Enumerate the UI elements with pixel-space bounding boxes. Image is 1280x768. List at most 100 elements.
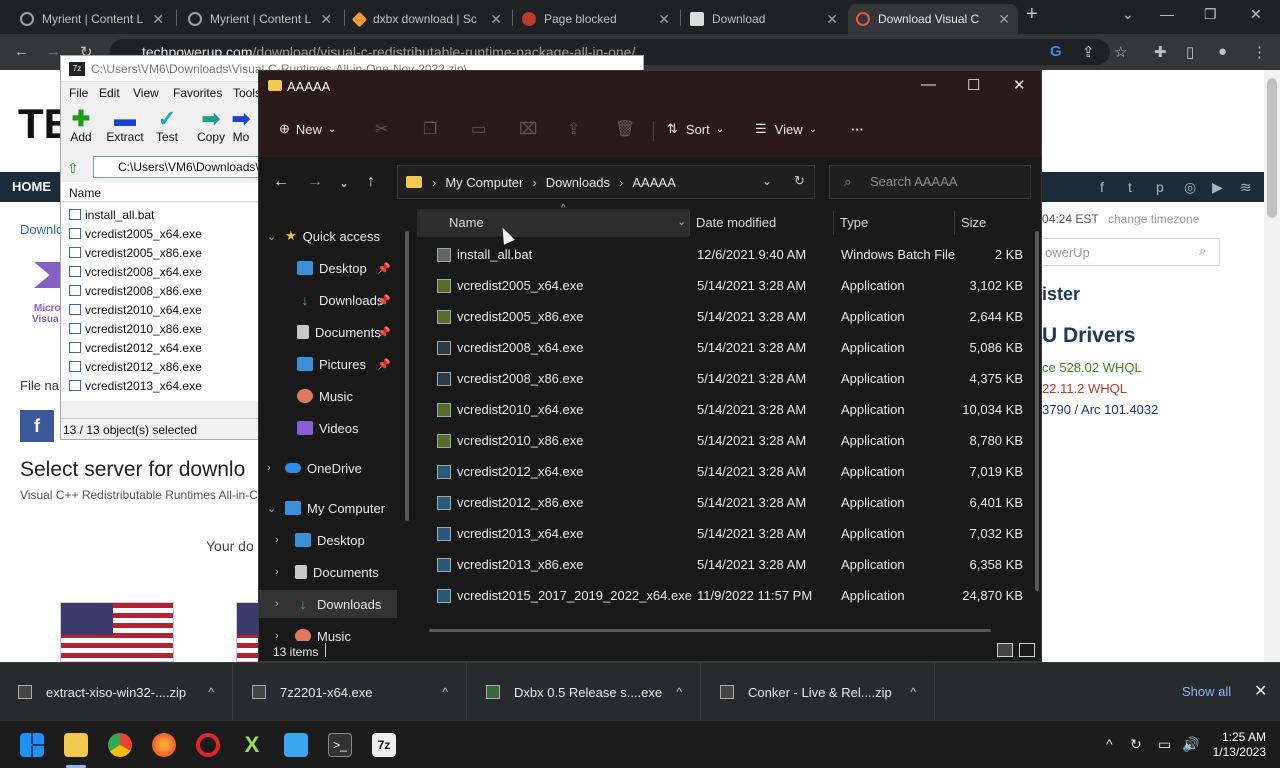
browser-tab-1[interactable]: Myrient | Content L ✕ [12, 4, 172, 34]
notepad-taskbar-icon[interactable] [284, 733, 308, 757]
opera-taskbar-icon[interactable] [196, 733, 220, 757]
table-row[interactable]: vcredist2005_x64.exe 5/14/2021 3:28 AM App… [429, 271, 1033, 302]
network-icon[interactable]: ▭ [1158, 736, 1171, 753]
show-hidden-icons-chevron-icon[interactable]: ^ [1106, 736, 1113, 752]
list-item[interactable]: vcredist2012_x86.exe [69, 360, 202, 374]
minimize-icon[interactable]: — [1160, 6, 1174, 22]
view-button[interactable]: ☰ View ⌄ [755, 119, 817, 139]
close-tab-icon[interactable]: ✕ [320, 11, 332, 28]
maximize-icon[interactable]: ☐ [967, 76, 980, 94]
list-item[interactable]: vcredist2005_x86.exe [69, 246, 202, 260]
close-tab-icon[interactable]: ✕ [826, 11, 838, 28]
browser-tab-4[interactable]: Page blocked ✕ [514, 4, 678, 34]
sync-icon[interactable]: ↻ [1130, 736, 1142, 753]
side-panel-icon[interactable]: ▯ [1186, 43, 1194, 61]
delete-icon[interactable]: 🗑 [615, 119, 635, 139]
facebook-icon[interactable]: f [1100, 179, 1104, 195]
7zip-column-name[interactable]: Name [61, 182, 261, 202]
pinterest-icon[interactable]: p [1156, 179, 1164, 195]
7zip-move-button[interactable]: ➡ Mo [223, 108, 259, 145]
paste-icon[interactable]: ▭ [471, 119, 486, 139]
chrome-taskbar-icon[interactable] [108, 733, 132, 757]
browser-tab-6-active[interactable]: Download Visual C ✕ [848, 4, 1018, 34]
table-row[interactable]: vcredist2005_x86.exe 5/14/2021 3:28 AM App… [429, 302, 1033, 333]
list-item[interactable]: vcredist2005_x64.exe [69, 227, 202, 241]
new-tab-icon[interactable]: + [1026, 3, 1038, 26]
back-icon[interactable]: ← [273, 173, 289, 191]
close-tab-icon[interactable]: ✕ [152, 11, 164, 28]
us-flag-server-button[interactable] [236, 602, 261, 662]
table-row[interactable]: vcredist2010_x64.exe 5/14/2021 3:28 AM App… [429, 395, 1033, 426]
download-item[interactable]: 7z2201-x64.exe ^ [234, 663, 467, 721]
chevron-up-icon[interactable]: ^ [442, 685, 448, 699]
chevron-up-icon[interactable]: ^ [208, 685, 214, 699]
firefox-taskbar-icon[interactable] [152, 733, 176, 757]
chevron-down-icon[interactable]: ⌄ [762, 174, 772, 188]
extensions-icon[interactable]: ✚ [1154, 43, 1167, 61]
table-row[interactable]: vcredist2010_x86.exe 5/14/2021 3:28 AM App… [429, 426, 1033, 457]
download-link-text[interactable]: Downlo [20, 222, 63, 237]
table-row[interactable]: vcredist2015_2017_2019_2022_x64.exe 11/9/… [429, 581, 1033, 612]
change-timezone-link[interactable]: change timezone [1108, 212, 1199, 226]
rss-icon[interactable]: ≋ [1240, 179, 1252, 196]
column-header-type[interactable]: Type [840, 215, 868, 230]
instagram-icon[interactable]: ◎ [1184, 179, 1196, 196]
list-item[interactable]: vcredist2013_x64.exe [69, 379, 202, 393]
volume-icon[interactable]: 🔊 [1182, 736, 1199, 753]
sort-button[interactable]: ⇅ Sort ⌄ [667, 119, 724, 139]
refresh-icon[interactable]: ↻ [794, 173, 805, 189]
system-clock[interactable]: 1:25 AM 1/13/2023 [1206, 730, 1266, 760]
bookmark-star-icon[interactable]: ☆ [1114, 43, 1127, 61]
close-window-icon[interactable]: ✕ [1250, 6, 1262, 23]
close-download-bar-icon[interactable]: ✕ [1254, 681, 1267, 701]
chevron-up-icon[interactable]: ^ [910, 685, 916, 699]
table-row[interactable]: vcredist2013_x64.exe 5/14/2021 3:28 AM App… [429, 519, 1033, 550]
more-options-button[interactable]: ··· [851, 119, 864, 139]
up-icon[interactable]: ↑ [367, 173, 375, 191]
table-row[interactable]: install_all.bat 12/6/2021 9:40 AM Windows … [429, 240, 1033, 271]
close-tab-icon[interactable]: ✕ [490, 11, 502, 28]
file-list-scrollbar[interactable] [1035, 231, 1039, 591]
share-icon[interactable]: ⇪ [567, 119, 580, 139]
list-item[interactable]: vcredist2010_x86.exe [69, 322, 202, 336]
nav-home-link[interactable]: HOME [12, 179, 51, 194]
restore-icon[interactable]: ❐ [1204, 6, 1217, 23]
table-row[interactable]: vcredist2013_x86.exe 5/14/2021 3:28 AM App… [429, 550, 1033, 581]
breadcrumb-downloads[interactable]: Downloads [546, 175, 610, 190]
close-tab-icon[interactable]: ✕ [998, 11, 1010, 28]
browser-tab-2[interactable]: Myrient | Content L ✕ [180, 4, 340, 34]
file-explorer-taskbar-icon[interactable] [64, 733, 88, 757]
7zip-path-input[interactable]: C:\Users\VM6\Downloads\ [93, 156, 263, 178]
breadcrumb-aaaaa[interactable]: AAAAA [632, 175, 675, 190]
terminal-taskbar-icon[interactable]: >_ [328, 733, 352, 757]
breadcrumb-my-computer[interactable]: My Computer [445, 175, 523, 190]
page-scrollbar[interactable] [1264, 70, 1280, 662]
new-button[interactable]: ⊕ New ⌄ [279, 119, 336, 139]
copy-icon[interactable]: ❐ [423, 119, 437, 139]
tab-search-chevron-icon[interactable]: ⌄ [1122, 6, 1134, 23]
table-row[interactable]: vcredist2012_x64.exe 5/14/2021 3:28 AM App… [429, 457, 1033, 488]
site-search-input[interactable]: owerUp ⌕ [1040, 238, 1220, 266]
address-breadcrumb[interactable]: › My Computer › Downloads › AAAAA ⌄ ↻ [397, 165, 815, 199]
details-view-icon[interactable] [997, 643, 1013, 657]
share-icon[interactable]: ⇪ [1082, 43, 1095, 61]
google-lens-icon[interactable]: G [1050, 43, 1062, 60]
7zip-menu-tools[interactable]: Tools [233, 86, 261, 100]
twitter-icon[interactable]: t [1128, 179, 1132, 195]
menu-icon[interactable]: ⋮ [1252, 43, 1267, 61]
download-item[interactable]: Conker - Live & Rel....zip ^ [702, 663, 935, 721]
horizontal-scrollbar[interactable] [429, 629, 991, 632]
column-header-size[interactable]: Size [961, 215, 986, 230]
close-tab-icon[interactable]: ✕ [658, 11, 670, 28]
large-icons-view-icon[interactable] [1019, 643, 1035, 657]
rename-icon[interactable]: ⌧ [519, 119, 537, 139]
driver-link-amd[interactable]: 22.11.2 WHQL [1042, 381, 1127, 396]
minimize-icon[interactable]: — [921, 76, 936, 93]
xenia-taskbar-icon[interactable]: X [240, 733, 264, 757]
7zip-menu-file[interactable]: File [69, 86, 88, 100]
facebook-share-button[interactable]: f [20, 410, 54, 442]
chevron-up-icon[interactable]: ^ [676, 685, 682, 699]
search-icon[interactable]: ⌕ [1199, 243, 1206, 259]
start-windows-icon[interactable] [20, 733, 44, 757]
download-item[interactable]: Dxbx 0.5 Release s....exe ^ [468, 663, 701, 721]
